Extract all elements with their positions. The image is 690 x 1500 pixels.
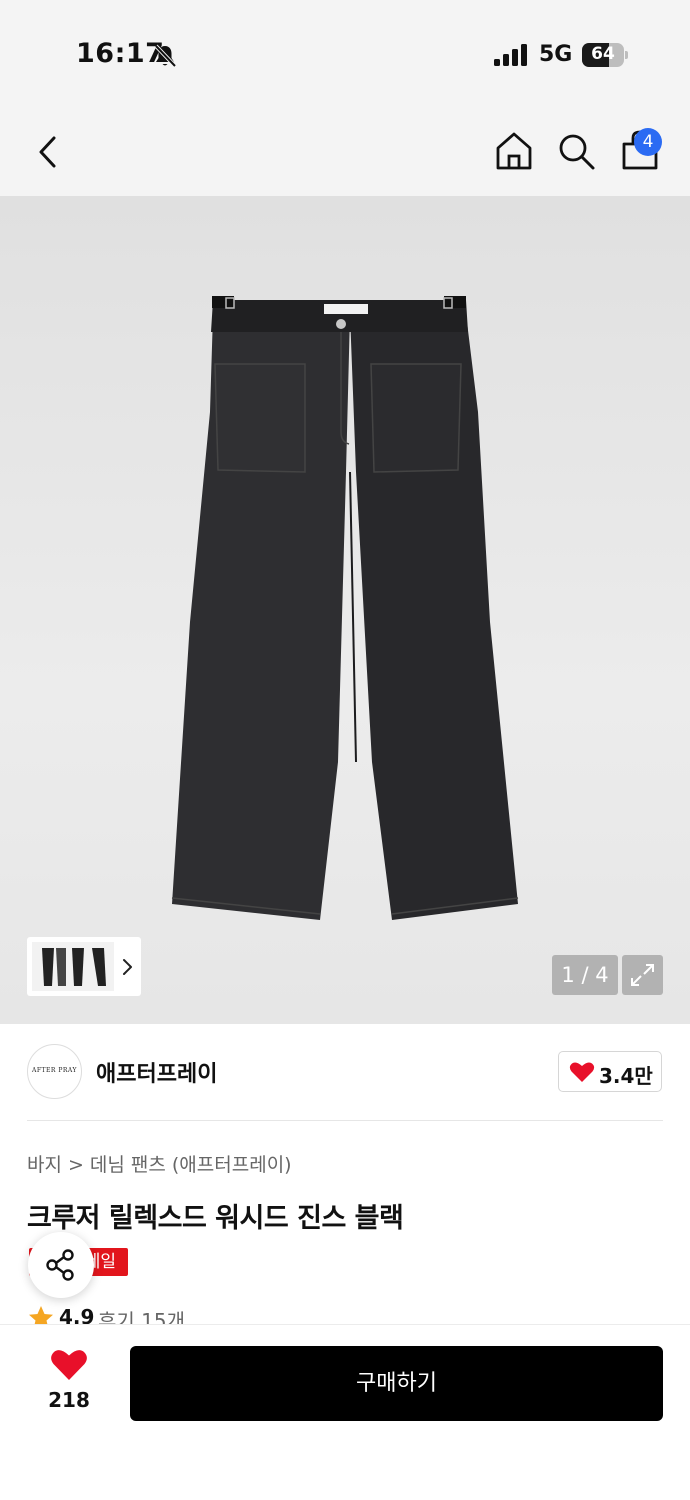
breadcrumb-separator: > xyxy=(67,1154,84,1176)
image-page-counter: 1 / 4 xyxy=(552,955,618,995)
breadcrumb-item-subcategory[interactable]: 데님 팬츠 (애프터프레이) xyxy=(90,1154,292,1176)
chevron-right-icon[interactable] xyxy=(120,956,134,978)
share-icon xyxy=(46,1249,74,1281)
product-title: 크루저 릴렉스드 워시드 진스 블랙 xyxy=(27,1203,404,1234)
breadcrumb: 바지 > 데님 팬츠 (애프터프레이) xyxy=(27,1150,292,1177)
brand-like-button[interactable]: 3.4만 xyxy=(558,1051,662,1092)
home-icon[interactable] xyxy=(494,130,534,172)
bell-off-icon xyxy=(154,44,177,68)
expand-button[interactable] xyxy=(622,955,663,995)
divider xyxy=(27,1120,663,1121)
top-nav-bar xyxy=(0,110,690,196)
share-button[interactable] xyxy=(28,1232,94,1298)
product-photo-jeans xyxy=(171,296,519,920)
search-icon[interactable] xyxy=(556,130,596,172)
cart-count-badge[interactable]: 4 xyxy=(634,128,662,156)
heart-icon xyxy=(569,1062,595,1082)
signal-icon xyxy=(494,44,527,66)
wishlist-count: 218 xyxy=(48,1388,90,1412)
battery-icon: 64 xyxy=(582,43,628,67)
status-bar: 16:17 5G 64 xyxy=(0,0,690,110)
brand-like-count: 3.4만 xyxy=(599,1064,653,1088)
network-type: 5G xyxy=(539,42,573,67)
thumbnail-image xyxy=(32,942,114,991)
brand-name[interactable]: 애프터프레이 xyxy=(96,1056,217,1088)
chevron-left-icon[interactable] xyxy=(30,132,70,172)
product-image-gallery[interactable]: 1 / 4 xyxy=(0,196,690,1024)
battery-level: 64 xyxy=(591,44,615,64)
breadcrumb-item-category[interactable]: 바지 xyxy=(27,1154,62,1176)
brand-logo-text: AFTER PRAY xyxy=(32,1067,77,1074)
expand-icon xyxy=(631,964,654,986)
wishlist-heart-icon[interactable] xyxy=(50,1348,88,1382)
buy-button[interactable]: 구매하기 xyxy=(130,1346,663,1421)
brand-logo[interactable]: AFTER PRAY xyxy=(27,1044,82,1099)
